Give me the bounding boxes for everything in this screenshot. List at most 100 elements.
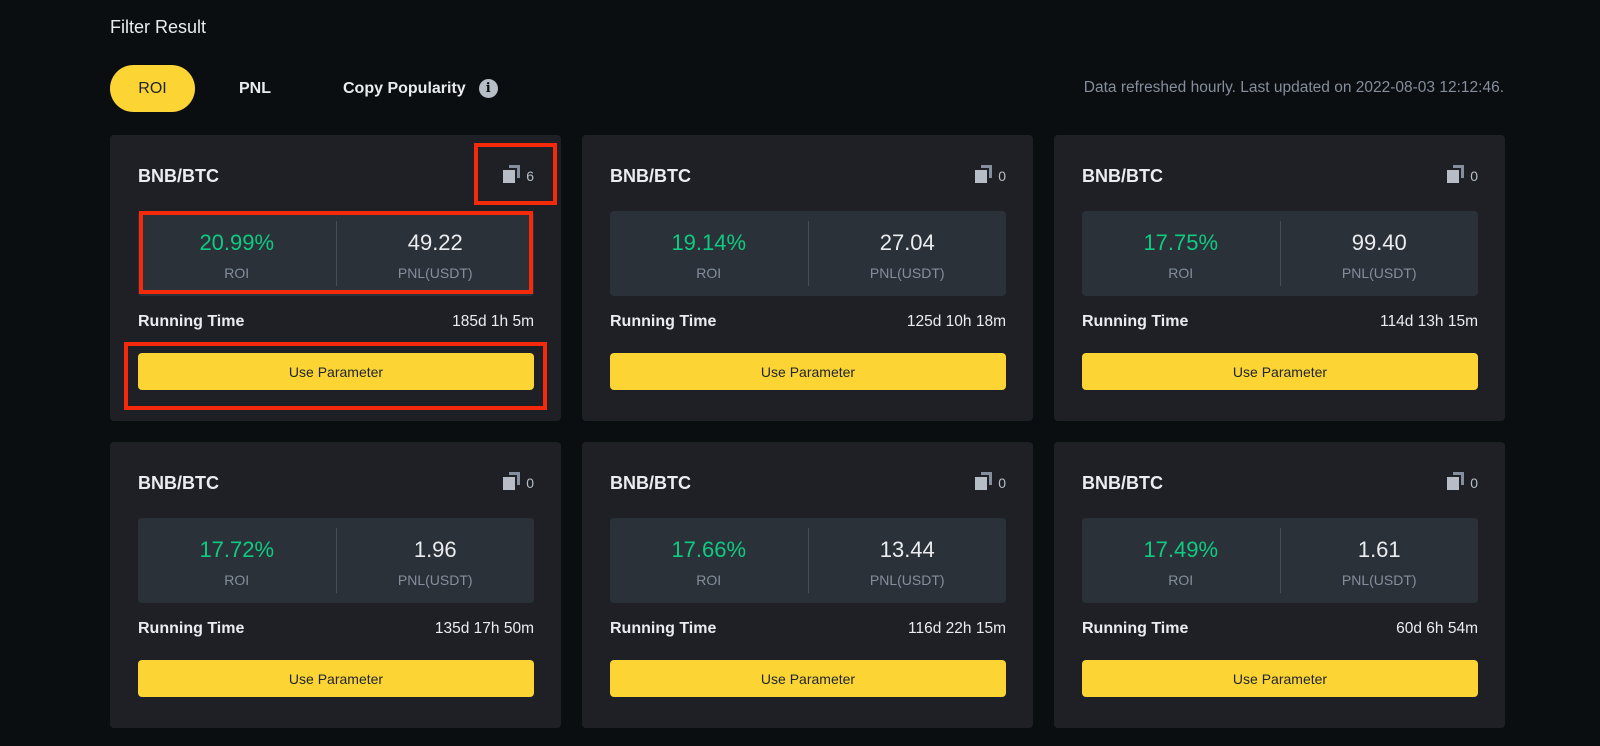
sort-tabs: ROI PNL Copy Popularity i bbox=[110, 65, 498, 112]
running-time-value: 116d 22h 15m bbox=[908, 620, 1006, 637]
copy-count: 0 bbox=[998, 475, 1006, 491]
running-time-row: Running Time 125d 10h 18m bbox=[610, 313, 1006, 331]
pnl-stat: 99.40 PNL(USDT) bbox=[1279, 221, 1479, 286]
strategy-card: BNB/BTC 0 19.14% ROI 27.04 PNL(USDT) Run… bbox=[582, 135, 1033, 421]
running-time-row: Running Time 60d 6h 54m bbox=[1082, 620, 1478, 638]
running-time-value: 114d 13h 15m bbox=[1380, 313, 1478, 330]
pair-name: BNB/BTC bbox=[1082, 166, 1163, 186]
stats-panel: 19.14% ROI 27.04 PNL(USDT) bbox=[610, 211, 1006, 296]
copy-icon bbox=[1447, 165, 1465, 183]
use-parameter-button[interactable]: Use Parameter bbox=[1082, 353, 1478, 390]
copy-count: 0 bbox=[1470, 475, 1478, 491]
strategy-card: BNB/BTC 0 17.72% ROI 1.96 PNL(USDT) Runn… bbox=[110, 442, 561, 728]
roi-stat: 17.66% ROI bbox=[610, 518, 808, 603]
roi-value: 17.49% bbox=[1143, 537, 1219, 562]
pnl-stat: 1.61 PNL(USDT) bbox=[1279, 528, 1479, 593]
roi-label: ROI bbox=[224, 572, 250, 588]
pair-name: BNB/BTC bbox=[610, 166, 691, 186]
copy-count: 0 bbox=[998, 168, 1006, 184]
info-icon[interactable]: i bbox=[478, 79, 498, 98]
pnl-label: PNL(USDT) bbox=[397, 265, 473, 281]
copy-count-badge: 0 bbox=[1447, 165, 1478, 183]
running-time-label: Running Time bbox=[610, 313, 717, 330]
pair-name: BNB/BTC bbox=[610, 473, 691, 493]
stats-panel: 17.75% ROI 99.40 PNL(USDT) bbox=[1082, 211, 1478, 296]
roi-value: 17.66% bbox=[671, 537, 747, 562]
roi-label: ROI bbox=[224, 265, 250, 281]
roi-label: ROI bbox=[1168, 572, 1194, 588]
strategy-card: BNB/BTC 0 17.49% ROI 1.61 PNL(USDT) Runn… bbox=[1054, 442, 1505, 728]
copy-count: 6 bbox=[526, 168, 534, 184]
pair-name: BNB/BTC bbox=[1082, 473, 1163, 493]
running-time-value: 60d 6h 54m bbox=[1396, 620, 1478, 637]
running-time-label: Running Time bbox=[610, 620, 717, 637]
use-parameter-button[interactable]: Use Parameter bbox=[610, 353, 1006, 390]
pnl-value: 13.44 bbox=[879, 537, 935, 562]
pnl-stat: 1.96 PNL(USDT) bbox=[335, 528, 535, 593]
copy-count-badge: 0 bbox=[503, 472, 534, 490]
running-time-row: Running Time 114d 13h 15m bbox=[1082, 313, 1478, 331]
roi-value: 17.72% bbox=[199, 537, 275, 562]
pnl-label: PNL(USDT) bbox=[1341, 265, 1417, 281]
running-time-row: Running Time 135d 17h 50m bbox=[138, 620, 534, 638]
pnl-value: 99.40 bbox=[1351, 230, 1407, 255]
copy-icon bbox=[1447, 472, 1465, 490]
roi-stat: 17.72% ROI bbox=[138, 518, 336, 603]
pnl-label: PNL(USDT) bbox=[869, 572, 945, 588]
pnl-stat: 49.22 PNL(USDT) bbox=[335, 221, 535, 286]
pair-name: BNB/BTC bbox=[138, 473, 219, 493]
strategy-grid: BNB/BTC 6 20.99% ROI 49.22 PNL(USDT) Run… bbox=[110, 135, 1505, 728]
pnl-label: PNL(USDT) bbox=[397, 572, 473, 588]
use-parameter-button[interactable]: Use Parameter bbox=[138, 660, 534, 697]
copy-count: 0 bbox=[526, 475, 534, 491]
pnl-value: 1.96 bbox=[413, 537, 457, 562]
tab-copy-popularity-label: Copy Popularity bbox=[343, 79, 466, 97]
pnl-label: PNL(USDT) bbox=[869, 265, 945, 281]
copy-icon bbox=[503, 472, 521, 490]
copy-count-badge: 0 bbox=[975, 472, 1006, 490]
roi-stat: 20.99% ROI bbox=[138, 211, 336, 296]
copy-count-badge: 6 bbox=[503, 165, 534, 183]
tab-roi[interactable]: ROI bbox=[110, 65, 195, 112]
stats-panel: 17.72% ROI 1.96 PNL(USDT) bbox=[138, 518, 534, 603]
pnl-label: PNL(USDT) bbox=[1341, 572, 1417, 588]
running-time-value: 185d 1h 5m bbox=[452, 313, 534, 330]
roi-label: ROI bbox=[1168, 265, 1194, 281]
pnl-value: 49.22 bbox=[407, 230, 463, 255]
strategy-card: BNB/BTC 0 17.75% ROI 99.40 PNL(USDT) Run… bbox=[1054, 135, 1505, 421]
tab-pnl[interactable]: PNL bbox=[223, 65, 287, 112]
copy-icon bbox=[975, 165, 993, 183]
copy-count-badge: 0 bbox=[975, 165, 1006, 183]
running-time-label: Running Time bbox=[1082, 313, 1189, 330]
roi-value: 20.99% bbox=[199, 230, 275, 255]
roi-value: 19.14% bbox=[671, 230, 747, 255]
roi-label: ROI bbox=[696, 265, 722, 281]
tab-copy-popularity[interactable]: Copy Popularity i bbox=[343, 65, 498, 112]
pnl-value: 27.04 bbox=[879, 230, 935, 255]
stats-panel: 17.49% ROI 1.61 PNL(USDT) bbox=[1082, 518, 1478, 603]
filter-result-page: Filter Result ROI PNL Copy Popularity i … bbox=[0, 0, 1600, 746]
copy-icon bbox=[503, 165, 521, 183]
copy-count: 0 bbox=[1470, 168, 1478, 184]
use-parameter-button[interactable]: Use Parameter bbox=[1082, 660, 1478, 697]
copy-count-badge: 0 bbox=[1447, 472, 1478, 490]
roi-value: 17.75% bbox=[1143, 230, 1219, 255]
use-parameter-button[interactable]: Use Parameter bbox=[610, 660, 1006, 697]
section-title: Filter Result bbox=[110, 17, 207, 37]
stats-panel: 20.99% ROI 49.22 PNL(USDT) bbox=[138, 211, 534, 296]
running-time-row: Running Time 116d 22h 15m bbox=[610, 620, 1006, 638]
stats-panel: 17.66% ROI 13.44 PNL(USDT) bbox=[610, 518, 1006, 603]
roi-label: ROI bbox=[696, 572, 722, 588]
running-time-value: 125d 10h 18m bbox=[906, 313, 1006, 330]
pnl-stat: 27.04 PNL(USDT) bbox=[807, 221, 1007, 286]
running-time-label: Running Time bbox=[138, 620, 245, 637]
copy-icon bbox=[975, 472, 993, 490]
pnl-value: 1.61 bbox=[1357, 537, 1401, 562]
pair-name: BNB/BTC bbox=[138, 166, 219, 186]
use-parameter-button[interactable]: Use Parameter bbox=[138, 353, 534, 390]
roi-stat: 17.49% ROI bbox=[1082, 518, 1280, 603]
running-time-row: Running Time 185d 1h 5m bbox=[138, 313, 534, 331]
running-time-value: 135d 17h 50m bbox=[434, 620, 534, 637]
running-time-label: Running Time bbox=[1082, 620, 1189, 637]
pnl-stat: 13.44 PNL(USDT) bbox=[807, 528, 1007, 593]
